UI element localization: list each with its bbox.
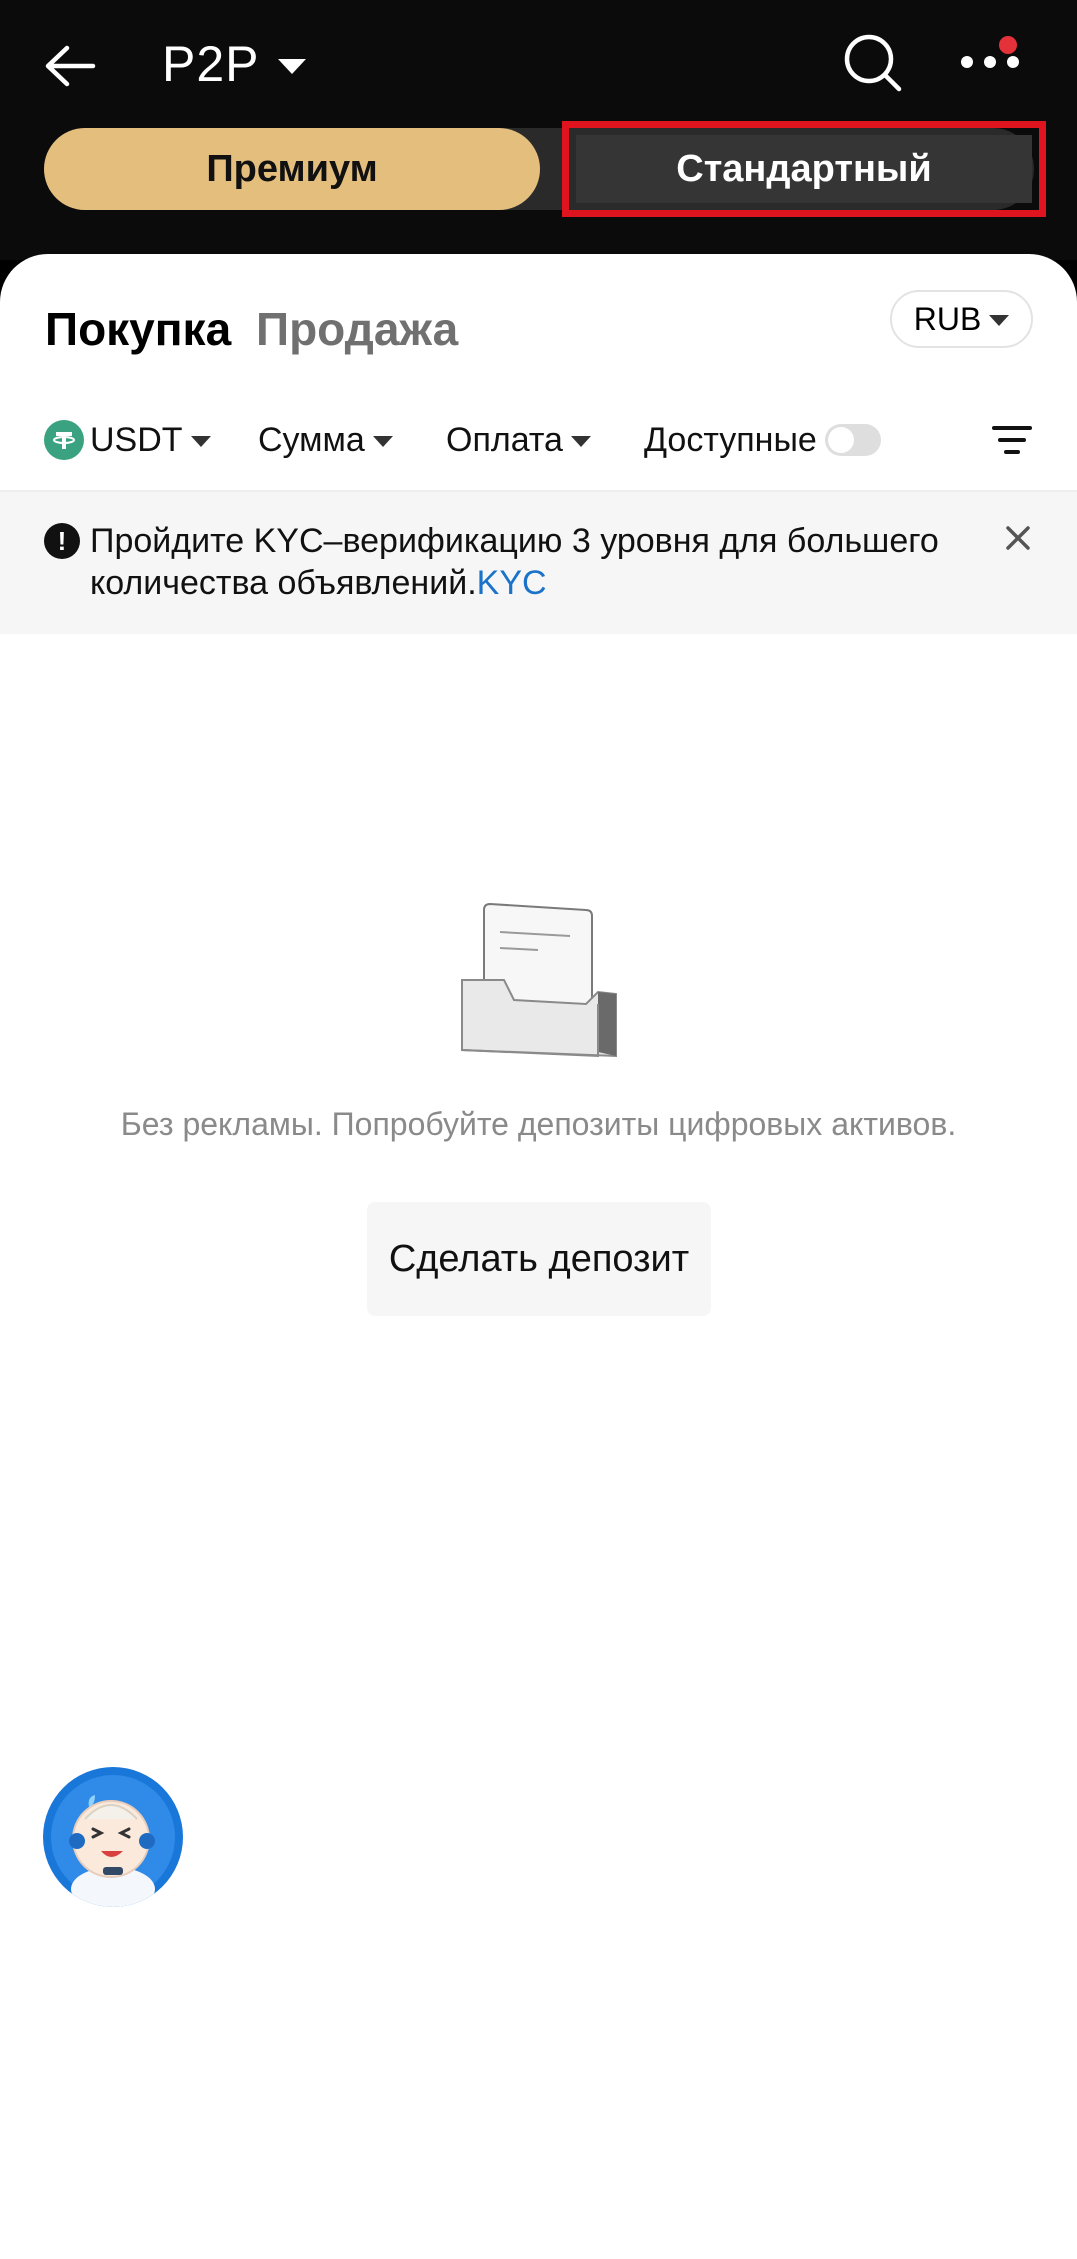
toggle-knob [827,427,854,453]
deposit-button[interactable]: Сделать депозит [367,1202,711,1316]
chevron-down-icon [989,314,1010,326]
tether-icon [44,420,84,460]
amount-filter[interactable]: Сумма [258,402,393,478]
chevron-down-icon [372,435,393,447]
back-button[interactable] [40,36,100,96]
kyc-notice-text: Пройдите KYC–верификацию 3 уровня для бо… [90,520,990,604]
filter-bar: USDT Сумма Оплата Доступные [0,402,1077,478]
arrow-left-icon [45,45,96,87]
more-dots-icon [961,56,1019,68]
currency-label: RUB [913,300,982,337]
empty-state-message: Без рекламы. Попробуйте депозиты цифровы… [120,1106,957,1142]
asset-filter[interactable]: USDT [44,402,211,478]
filter-icon[interactable] [990,420,1034,460]
payment-filter-label: Оплата [446,420,563,459]
page-title: P2P [162,36,260,92]
chevron-down-icon [277,58,306,74]
currency-selector[interactable]: RUB [890,290,1033,348]
amount-filter-label: Сумма [258,420,365,459]
more-menu-button[interactable] [955,32,1025,92]
tab-standard-label: Стандартный [676,147,932,190]
chevron-down-icon [190,435,211,447]
mode-switch: Премиум Стандартный [44,121,1046,217]
mascot-avatar-icon [51,1775,175,1907]
kyc-notice: ! Пройдите KYC–верификацию 3 уровня для … [0,492,1077,634]
tab-premium-label: Премиум [206,147,378,190]
deposit-button-label: Сделать депозит [388,1237,690,1280]
close-icon[interactable] [1004,524,1032,552]
empty-tray-icon [461,902,617,1058]
support-mascot-button[interactable] [43,1767,183,1907]
kyc-link[interactable]: KYC [477,564,547,602]
top-bar: P2P Премиум Стандартный [0,0,1077,260]
available-filter: Доступные [644,402,881,478]
alert-icon: ! [44,523,80,559]
tab-standard[interactable]: Стандартный [562,121,1046,217]
available-toggle[interactable] [824,424,881,456]
tab-sell[interactable]: Продажа [256,302,458,356]
payment-filter[interactable]: Оплата [446,402,591,478]
asset-filter-label: USDT [90,420,183,459]
search-icon [844,34,902,92]
market-selector[interactable]: P2P [162,34,306,94]
notification-dot [999,36,1017,54]
search-button[interactable] [840,30,906,96]
chevron-down-icon [570,435,591,447]
tab-buy[interactable]: Покупка [45,302,231,356]
tab-premium[interactable]: Премиум [44,128,540,210]
available-filter-label: Доступные [644,420,817,459]
